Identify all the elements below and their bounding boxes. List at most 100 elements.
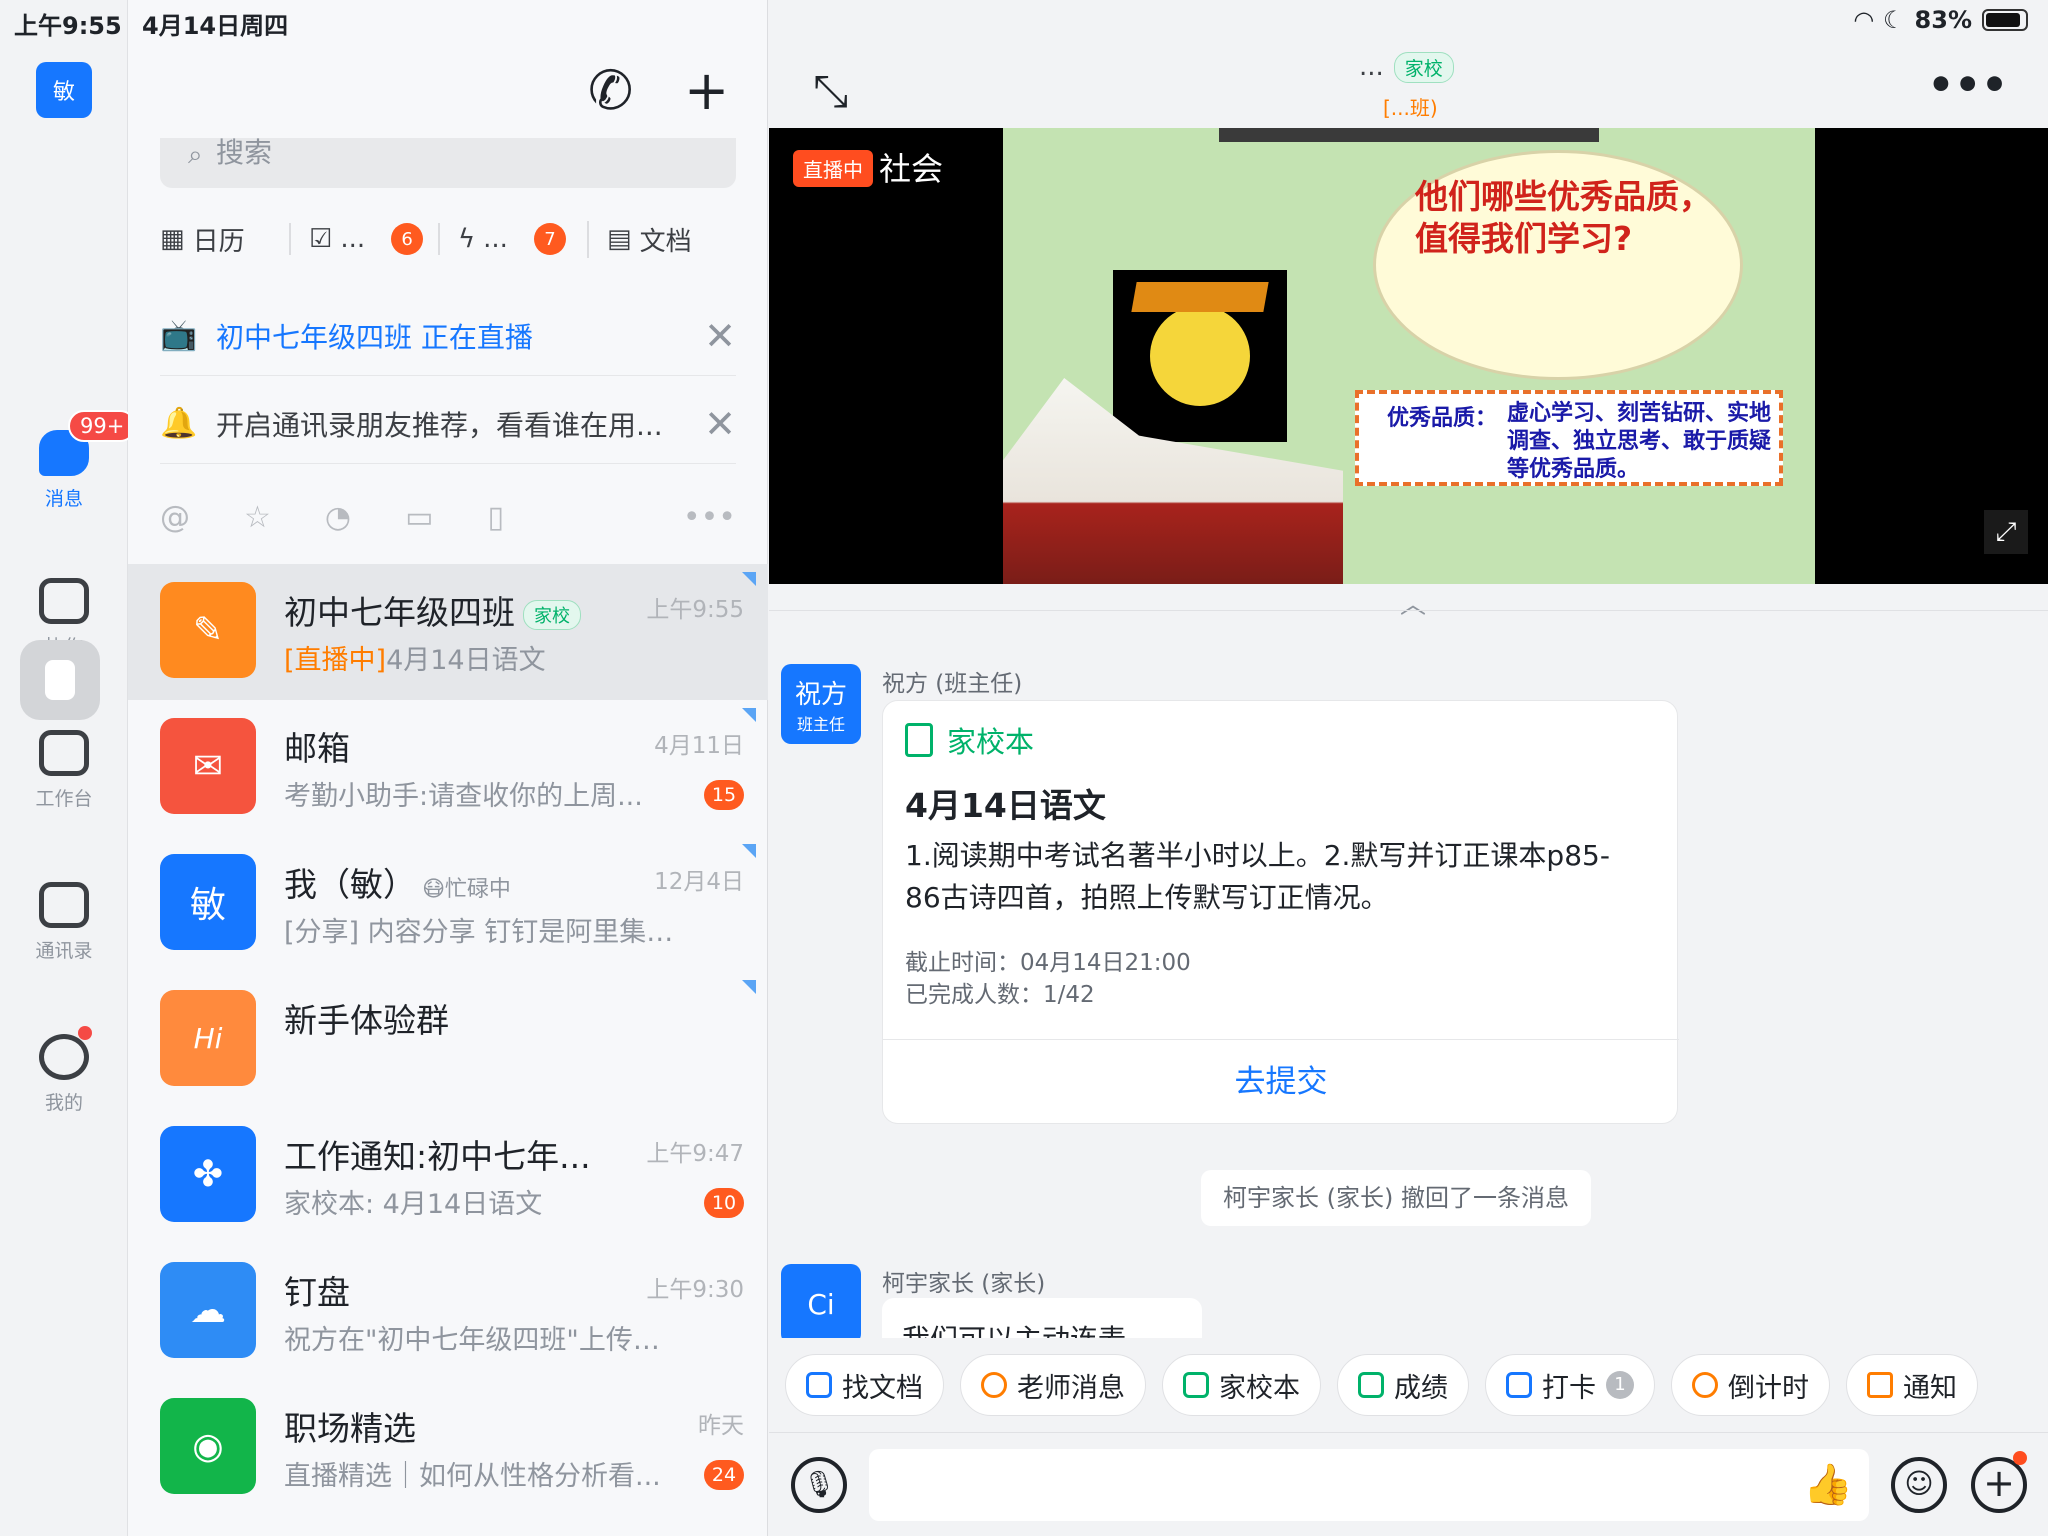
work-notice-icon: ✤ <box>160 1126 256 1222</box>
sender-avatar[interactable]: Ci <box>781 1264 861 1344</box>
conv-name: 钉盘 <box>284 1273 350 1312</box>
checkin-button[interactable]: 打卡 1 <box>1485 1354 1655 1416</box>
list-item[interactable]: ✎ 初中七年级四班 家校 上午9:55 [直播中]4月14日语文 <box>128 564 768 700</box>
hi-chat-icon: Hi <box>160 990 256 1086</box>
quick-calendar[interactable]: ▦ 日历 <box>160 221 289 258</box>
person-icon <box>39 1034 89 1080</box>
rail-label-contacts: 通讯录 <box>35 940 93 962</box>
inbox-icon[interactable]: ▭ <box>405 500 433 535</box>
recommend-notice-banner[interactable]: 🔔 开启通讯录朋友推荐，看看谁在用... ✕ <box>160 384 736 464</box>
close-icon[interactable]: ✕ <box>704 402 736 446</box>
conv-time: 上午9:55 <box>646 597 744 623</box>
plus-notification-dot <box>2013 1451 2027 1465</box>
rail-label-me: 我的 <box>44 1092 83 1114</box>
moon-icon: ☾ <box>1883 6 1905 34</box>
document-icon: ▤ <box>607 224 632 254</box>
live-video-player[interactable]: 他们哪些优秀品质，值得我们学习? 优秀品质： 虚心学习、刻苦钻研、实地调查、独立… <box>769 128 2048 584</box>
quick-docs[interactable]: ▤ 文档 <box>587 220 736 258</box>
teacher-message-button[interactable]: 老师消息 <box>960 1354 1146 1416</box>
recommend-notice-text: 开启通讯录朋友推荐，看看谁在用... <box>216 408 663 442</box>
rail-item-messages[interactable]: 消息 <box>0 430 128 511</box>
floating-assistive-button[interactable] <box>20 640 100 720</box>
unread-badge: 10 <box>704 1188 744 1218</box>
thumbs-up-icon[interactable]: 👍 <box>1803 1461 1853 1508</box>
list-item[interactable]: ◉ 职场精选 昨天 直播精选｜如何从性格分析看... 24 <box>128 1380 768 1516</box>
live-title: 社会 <box>879 150 944 188</box>
homework-card[interactable]: 家校本 4月14日语文 1.阅读期中考试名著半小时以上。2.默写并订正课本p85… <box>882 700 1679 1125</box>
plus-icon[interactable]: + <box>1971 1457 2027 1513</box>
message-bubble[interactable]: 我们可以主动连麦 <box>882 1298 1202 1340</box>
collapse-chevron-icon[interactable]: ︿ <box>1383 584 1443 620</box>
self-avatar: 敏 <box>160 854 256 950</box>
live-notice-text: 初中七年级四班 正在直播 <box>216 320 533 354</box>
list-header: ✆ + <box>128 40 768 140</box>
card-deadline: 截止时间：04月14日21:00 <box>905 950 1191 976</box>
notice-button[interactable]: 通知 <box>1846 1354 1978 1416</box>
at-icon[interactable]: @ <box>160 500 190 535</box>
star-icon[interactable]: ☆ <box>244 500 271 535</box>
unread-badge: 24 <box>704 1460 744 1490</box>
message-input[interactable] <box>869 1449 1869 1521</box>
chat-panel: ⤡ ... 家校 [...班) ••• 他们哪些优秀品质，值得我们学习? 优秀品质… <box>769 0 2048 1536</box>
conv-name-text: 初中七年级四班 <box>284 593 515 632</box>
card-caption-text: 家校本 <box>947 725 1035 759</box>
list-item[interactable]: ☁ 钉盘 上午9:30 祝方在"初中七年级四班"上传了1... <box>128 1244 768 1380</box>
battery-percent: 83% <box>1914 6 1972 34</box>
quick-docs-label: 文档 <box>639 226 692 257</box>
pin-corner-icon <box>742 708 756 722</box>
slide-content: 他们哪些优秀品质，值得我们学习? 优秀品质： 虚心学习、刻苦钻研、实地调查、独立… <box>1003 128 1815 584</box>
emoji-icon[interactable]: ☺ <box>1891 1457 1947 1513</box>
list-item[interactable]: Hi 新手体验群 <box>128 972 768 1108</box>
chip-count: 1 <box>1606 1371 1634 1399</box>
homework-book-button[interactable]: 家校本 <box>1162 1354 1321 1416</box>
rail-item-workbench[interactable]: 工作台 <box>0 730 128 811</box>
sender-avatar[interactable]: 祝方 班主任 <box>781 664 861 744</box>
countdown-button[interactable]: 倒计时 <box>1671 1354 1830 1416</box>
status-date: 4月14日周四 <box>142 12 289 40</box>
expand-arrows-icon[interactable]: ⤡ <box>813 66 848 117</box>
fullscreen-icon[interactable]: ⤢ <box>1984 510 2028 554</box>
live-notice-banner[interactable]: 📺 初中七年级四班 正在直播 ✕ <box>160 296 736 376</box>
search-icon: ⌕ <box>188 140 203 170</box>
grades-button[interactable]: 成绩 <box>1337 1354 1469 1416</box>
sender-avatar-name: 祝方 <box>794 679 847 710</box>
quick-ding-badge: 7 <box>533 223 566 255</box>
rail-label-workbench: 工作台 <box>35 788 93 810</box>
quick-todo[interactable]: ☑ ... 6 <box>289 223 438 255</box>
rail-label-messages: 消息 <box>44 488 83 510</box>
find-doc-button[interactable]: 找文档 <box>785 1354 944 1416</box>
more-icon[interactable]: ••• <box>1927 60 2008 109</box>
list-item[interactable]: ✤ 工作通知:初中七年... 上午9:47 家校本: 4月14日语文 10 <box>128 1108 768 1244</box>
rail-item-me[interactable]: 我的 <box>0 1034 128 1115</box>
list-item[interactable]: 敏 我（敏）😷忙碌中 12月4日 [分享] 内容分享 钉钉是阿里集团专... <box>128 836 768 972</box>
phone-call-icon[interactable]: ✆ <box>588 64 633 118</box>
more-icon[interactable]: ••• <box>683 500 736 535</box>
chat-title[interactable]: ... 家校 <box>1359 52 1454 83</box>
user-avatar[interactable]: 敏 <box>36 62 92 118</box>
add-icon[interactable]: + <box>684 64 729 118</box>
divider <box>769 610 2048 611</box>
quick-ding[interactable]: ϟ ... 7 <box>438 223 587 255</box>
file-icon[interactable]: ▯ <box>487 500 504 535</box>
notebook-icon <box>905 723 933 757</box>
chip-label: 成绩 <box>1394 1372 1448 1404</box>
slide-toolbar <box>1219 128 1599 142</box>
conv-time: 上午9:30 <box>646 1277 744 1303</box>
conv-subtitle: [直播中]4月14日语文 <box>284 638 674 677</box>
close-icon[interactable]: ✕ <box>704 314 736 358</box>
conv-live-prefix: [直播中] <box>284 645 387 676</box>
microphone-icon[interactable]: 🎙 <box>791 1457 847 1513</box>
status-bar: 上午9:55 4月14日周四 ◠ ☾ 83% <box>0 0 2048 40</box>
sender-name: 祝方 (班主任) <box>882 671 1023 697</box>
mail-icon: ✉ <box>160 718 256 814</box>
clock-icon[interactable]: ◔ <box>325 500 351 535</box>
submit-button[interactable]: 去提交 <box>883 1039 1679 1125</box>
search-doc-icon <box>806 1372 832 1398</box>
search-input[interactable]: ⌕ 搜索 <box>160 138 736 188</box>
list-item[interactable]: ✉ 邮箱 4月11日 考勤小助手:请查收你的上周... 15 <box>128 700 768 836</box>
checkbox-icon: ☑ <box>309 224 333 254</box>
rail-item-contacts[interactable]: 通讯录 <box>0 882 128 963</box>
conv-subtitle-text: 4月14日语文 <box>386 645 546 676</box>
collab-icon <box>39 578 89 624</box>
sender-avatar-role: 班主任 <box>796 714 845 734</box>
